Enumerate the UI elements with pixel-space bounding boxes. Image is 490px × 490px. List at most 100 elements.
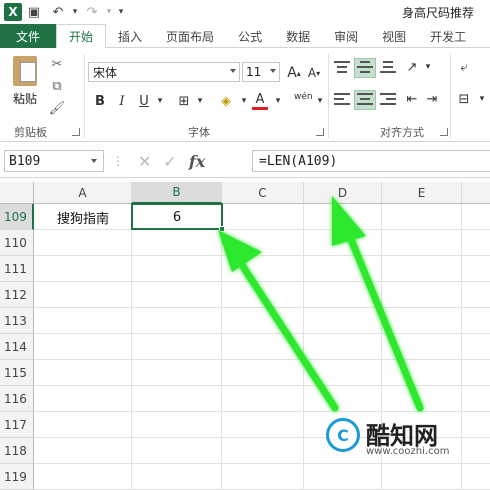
fill-color-icon[interactable]: ◈ bbox=[218, 92, 234, 110]
column-header-c[interactable]: C bbox=[222, 182, 304, 204]
underline-dropdown-icon[interactable]: ▾ bbox=[152, 92, 168, 110]
align-center-icon[interactable] bbox=[357, 92, 373, 108]
font-color-button[interactable]: A bbox=[252, 92, 268, 110]
clipboard-icon bbox=[13, 56, 37, 86]
increase-indent-icon[interactable]: ⇥ bbox=[424, 90, 440, 108]
row-header-109[interactable]: 109 bbox=[0, 204, 34, 230]
group-divider bbox=[328, 54, 329, 138]
undo-dropdown-icon[interactable]: ▾ bbox=[70, 2, 80, 22]
bottom-align-icon[interactable] bbox=[380, 60, 396, 76]
italic-button[interactable]: I bbox=[114, 92, 130, 110]
name-box-value: B109 bbox=[9, 153, 41, 169]
save-icon[interactable]: ▣ bbox=[22, 2, 46, 22]
document-title: 身高尺码推荐 bbox=[402, 6, 475, 20]
column-header-e[interactable]: E bbox=[382, 182, 462, 204]
borders-dropdown-icon[interactable]: ▾ bbox=[192, 92, 208, 110]
row-header-111[interactable]: 111 bbox=[0, 256, 34, 282]
tab-data[interactable]: 数据 bbox=[274, 24, 322, 48]
font-group-label: 字体 bbox=[188, 126, 210, 139]
borders-icon[interactable]: ⊞ bbox=[176, 92, 192, 110]
cancel-icon[interactable]: ✕ bbox=[138, 152, 151, 171]
row-header-113[interactable]: 113 bbox=[0, 308, 34, 334]
row-header-114[interactable]: 114 bbox=[0, 334, 34, 360]
paste-label: 粘贴 bbox=[12, 92, 37, 106]
alignment-group-label: 对齐方式 bbox=[380, 126, 424, 139]
bold-button[interactable]: B bbox=[92, 92, 108, 110]
paste-button[interactable]: 粘贴 bbox=[8, 54, 42, 118]
row-header-118[interactable]: 118 bbox=[0, 438, 34, 464]
column-header-d[interactable]: D bbox=[304, 182, 382, 204]
grow-font-button[interactable]: A ▴ bbox=[286, 64, 302, 82]
tab-developer[interactable]: 开发工 bbox=[418, 24, 478, 48]
tab-insert[interactable]: 插入 bbox=[106, 24, 154, 48]
customize-qat-icon[interactable]: ▾ bbox=[114, 2, 128, 22]
format-painter-icon[interactable]: 🖌 bbox=[48, 100, 66, 116]
ribbon: 粘贴 ✂ ⧉ 🖌 剪贴板 宋体 11 A ▴ A ▾ B I U ▾ ⊞ ▾ ◈ ▾… bbox=[0, 48, 490, 142]
column-header-a[interactable]: A bbox=[34, 182, 132, 204]
fill-color-dropdown-icon[interactable]: ▾ bbox=[236, 92, 252, 110]
column-header-f[interactable] bbox=[462, 182, 490, 204]
alignment-launcher-icon[interactable] bbox=[440, 128, 448, 136]
font-name-select[interactable]: 宋体 bbox=[88, 62, 240, 82]
title-bar: X ▣ ↶ ▾ ↷ ▾ ▾ 身高尺码推荐 bbox=[0, 0, 490, 24]
cut-icon[interactable]: ✂ bbox=[48, 56, 66, 72]
row-header-115[interactable]: 115 bbox=[0, 360, 34, 386]
shrink-font-button[interactable]: A ▾ bbox=[306, 64, 322, 82]
row-header-117[interactable]: 117 bbox=[0, 412, 34, 438]
watermark-url: www.coozhi.com bbox=[366, 446, 450, 457]
row-header-116[interactable]: 116 bbox=[0, 386, 34, 412]
align-right-icon[interactable] bbox=[380, 92, 396, 108]
merge-center-icon[interactable]: ⊟ bbox=[456, 90, 472, 108]
wrap-text-icon[interactable]: ⤶ bbox=[456, 58, 472, 76]
tab-view[interactable]: 视图 bbox=[370, 24, 418, 48]
name-box[interactable]: B109 bbox=[4, 150, 104, 172]
row-header-110[interactable]: 110 bbox=[0, 230, 34, 256]
grow-font-icon: A bbox=[287, 65, 297, 81]
tab-page-layout[interactable]: 页面布局 bbox=[154, 24, 226, 48]
enter-icon[interactable]: ✓ bbox=[163, 152, 176, 171]
select-all-corner[interactable] bbox=[0, 182, 34, 204]
orientation-dropdown-icon[interactable]: ▾ bbox=[420, 58, 436, 76]
cell-a109[interactable]: 搜狗指南 bbox=[34, 204, 132, 230]
clipboard-launcher-icon[interactable] bbox=[72, 128, 80, 136]
formula-bar: B109 ⋮ ✕ ✓ fx =LEN(A109) bbox=[0, 142, 490, 178]
formula-input[interactable]: =LEN(A109) bbox=[252, 150, 490, 172]
chevron-down-icon bbox=[230, 69, 236, 73]
font-size-select[interactable]: 11 bbox=[242, 62, 280, 82]
middle-align-icon[interactable] bbox=[357, 60, 373, 76]
tab-file[interactable]: 文件 bbox=[0, 24, 57, 48]
insert-function-icon[interactable]: fx bbox=[189, 152, 205, 171]
phonetic-glyph: wén bbox=[294, 91, 313, 102]
font-launcher-icon[interactable] bbox=[316, 128, 324, 136]
align-left-icon[interactable] bbox=[334, 92, 350, 108]
column-header-b[interactable]: B bbox=[132, 182, 222, 204]
chevron-down-icon bbox=[270, 69, 276, 73]
formula-buttons: ✕ ✓ fx bbox=[130, 150, 250, 172]
chevron-down-icon bbox=[91, 159, 97, 163]
row-header-112[interactable]: 112 bbox=[0, 282, 34, 308]
top-align-icon[interactable] bbox=[334, 60, 350, 76]
coozhi-logo-icon: C bbox=[326, 418, 360, 452]
copy-icon[interactable]: ⧉ bbox=[48, 78, 66, 94]
undo-icon[interactable]: ↶ bbox=[46, 2, 70, 22]
active-cell-border bbox=[131, 203, 223, 230]
orientation-icon[interactable]: ↗ bbox=[404, 58, 420, 76]
redo-dropdown-icon[interactable]: ▾ bbox=[104, 2, 114, 22]
tab-review[interactable]: 审阅 bbox=[322, 24, 370, 48]
underline-button[interactable]: U bbox=[136, 92, 152, 110]
resize-handle-icon[interactable]: ⋮ bbox=[112, 154, 124, 168]
merge-dropdown-icon[interactable]: ▾ bbox=[474, 90, 490, 108]
redo-icon[interactable]: ↷ bbox=[80, 2, 104, 22]
row-header-119[interactable]: 119 bbox=[0, 464, 34, 490]
clipboard-group-label: 剪贴板 bbox=[14, 126, 47, 139]
tab-home[interactable]: 开始 bbox=[56, 24, 107, 49]
font-color-icon: A bbox=[255, 92, 265, 107]
phonetic-guide-icon[interactable]: wén bbox=[294, 88, 313, 106]
phonetic-dropdown-icon[interactable]: ▾ bbox=[312, 92, 328, 110]
group-divider bbox=[450, 54, 451, 138]
shrink-font-icon: A bbox=[307, 66, 317, 80]
decrease-indent-icon[interactable]: ⇤ bbox=[404, 90, 420, 108]
font-color-dropdown-icon[interactable]: ▾ bbox=[270, 92, 286, 110]
tab-formulas[interactable]: 公式 bbox=[226, 24, 274, 48]
fill-handle[interactable] bbox=[219, 226, 225, 232]
